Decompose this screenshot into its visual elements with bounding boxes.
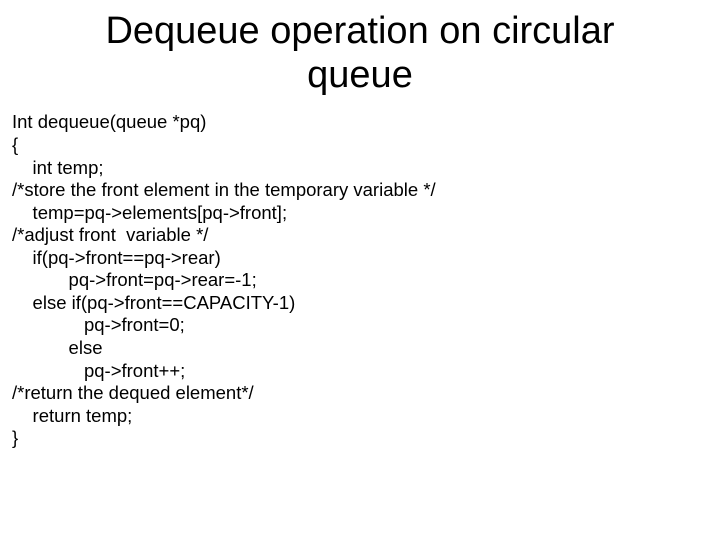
code-line: pq->front=pq->rear=-1; xyxy=(12,269,257,290)
code-line: /*adjust front variable */ xyxy=(12,224,208,245)
code-line: temp=pq->elements[pq->front]; xyxy=(12,202,287,223)
code-line: Int dequeue(queue *pq) xyxy=(12,111,206,132)
code-line: else if(pq->front==CAPACITY-1) xyxy=(12,292,295,313)
code-line: { xyxy=(12,134,18,155)
title-line-1: Dequeue operation on circular xyxy=(105,10,614,52)
code-line: } xyxy=(12,427,18,448)
code-line: /*store the front element in the tempora… xyxy=(12,179,436,200)
code-line: if(pq->front==pq->rear) xyxy=(12,247,221,268)
slide: Dequeue operation on circular queue Int … xyxy=(0,0,720,540)
code-line: else xyxy=(12,337,102,358)
code-block: Int dequeue(queue *pq) { int temp; /*sto… xyxy=(0,97,720,449)
code-line: int temp; xyxy=(12,157,104,178)
title-line-2: queue xyxy=(307,54,413,96)
code-line: pq->front=0; xyxy=(12,314,185,335)
code-line: pq->front++; xyxy=(12,360,185,381)
code-line: return temp; xyxy=(12,405,132,426)
code-line: /*return the dequed element*/ xyxy=(12,382,254,403)
slide-title: Dequeue operation on circular queue xyxy=(0,0,720,97)
